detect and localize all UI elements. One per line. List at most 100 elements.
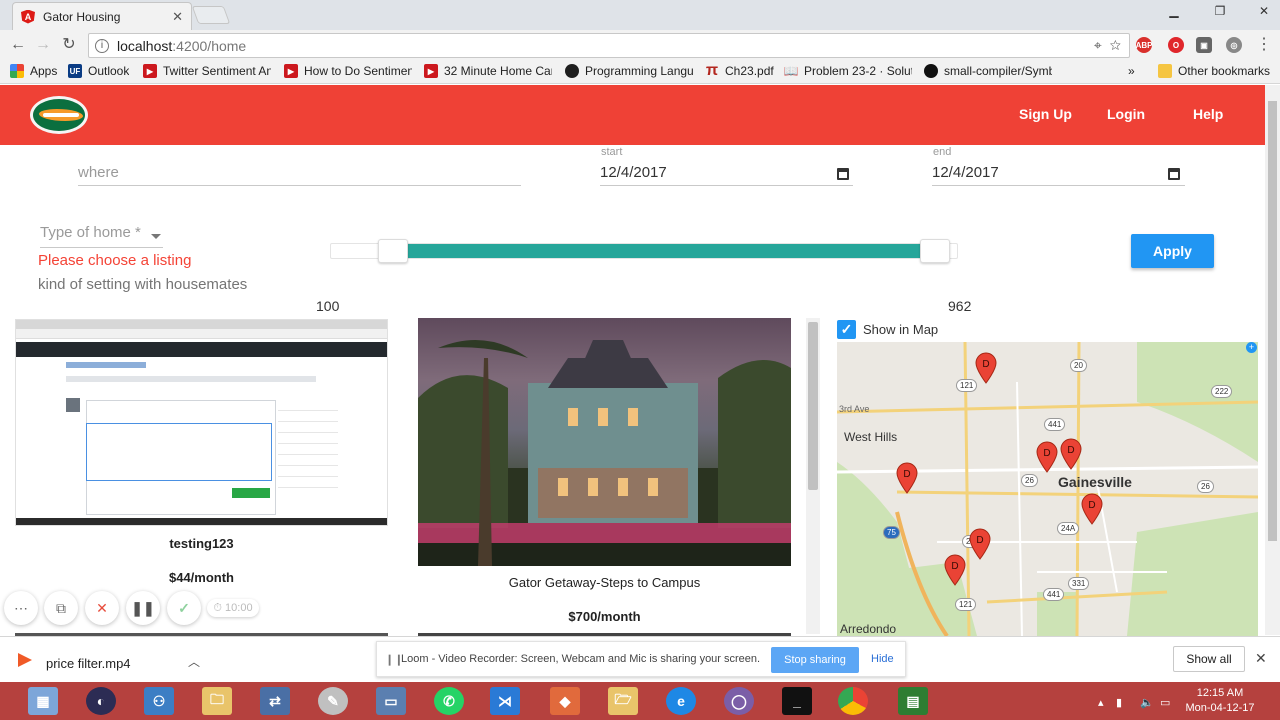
listing-card-2[interactable]: Gator Getaway-Steps to Campus $700/month (418, 566, 791, 630)
remote-desktop-icon[interactable]: ▭ (376, 687, 406, 715)
menu-icon[interactable]: ⋮ (1254, 35, 1274, 55)
map-marker-icon[interactable]: D (1081, 493, 1103, 525)
bookmark-programming[interactable]: Programming Langu (565, 64, 693, 78)
listings-scrollbar[interactable] (806, 318, 820, 634)
hide-button[interactable]: Hide (871, 653, 894, 665)
folder-icon[interactable]: 🗁 (608, 687, 638, 715)
end-calendar-icon[interactable] (1168, 168, 1180, 180)
chevron-up-icon[interactable]: ︿ (188, 653, 200, 670)
git-icon[interactable]: ◆ (550, 687, 580, 715)
start-calendar-icon[interactable] (837, 168, 849, 180)
back-icon[interactable]: ← (8, 35, 28, 55)
people-icon[interactable]: ⚇ (144, 687, 174, 715)
page-scrollbar[interactable] (1265, 85, 1280, 635)
network-icon[interactable]: ⇄ (260, 687, 290, 715)
listings-scrollbar-thumb[interactable] (808, 322, 818, 490)
start-date-input[interactable]: 12/4/2017 (600, 160, 853, 186)
show-map-checkbox[interactable]: ✓ (837, 320, 856, 339)
eclipse-icon[interactable]: ◐ (86, 687, 116, 715)
new-tab-button[interactable] (191, 6, 231, 24)
power-icon[interactable]: ▮ (1116, 696, 1122, 709)
terminal-icon[interactable]: _ (782, 687, 812, 715)
paint-icon[interactable]: ✎ (318, 687, 348, 715)
chrome-icon[interactable] (838, 687, 868, 715)
bookmark-problem[interactable]: 📖 Problem 23-2 · Solut (784, 64, 912, 78)
bookmark-apps[interactable]: Apps (10, 64, 57, 78)
svg-text:D: D (1067, 445, 1074, 456)
end-date-input[interactable]: 12/4/2017 (932, 160, 1185, 186)
show-all-button[interactable]: Show all (1173, 646, 1245, 672)
listing-card-1[interactable]: testing123 $44/month (15, 526, 388, 586)
loom-finish-button[interactable]: ✓ (167, 591, 201, 625)
map-marker-icon[interactable]: D (975, 352, 997, 384)
map-marker-icon[interactable]: D (1036, 441, 1058, 473)
map-marker-icon[interactable]: D (969, 528, 991, 560)
file-explorer-icon[interactable]: 🗀 (202, 687, 232, 715)
restore-icon[interactable]: ❐ (1204, 0, 1236, 22)
edge-icon[interactable]: e (666, 687, 696, 715)
route-441-shield-2: 441 (1043, 588, 1065, 601)
extension-icon[interactable]: ▣ (1196, 37, 1212, 53)
loom-camera-button[interactable]: ⧉ (44, 591, 78, 625)
gator-logo[interactable] (30, 96, 88, 134)
app-icon[interactable]: ◯ (724, 687, 754, 715)
listing-photo-1[interactable] (15, 319, 388, 526)
price-slider-max-handle[interactable] (920, 239, 950, 263)
minimize-icon[interactable]: ▁ (1158, 0, 1190, 22)
price-slider-min-handle[interactable] (378, 239, 408, 263)
folder-icon (1158, 64, 1172, 78)
forward-icon[interactable]: → (33, 35, 53, 55)
youtube-icon: ▶ (424, 64, 438, 78)
volume-icon[interactable]: 🔈 (1140, 696, 1154, 709)
opera-icon[interactable]: O (1168, 37, 1184, 53)
loom-cancel-button[interactable]: ✕ (85, 591, 119, 625)
app-header: Sign Up Login Help (0, 85, 1265, 145)
loom-menu-button[interactable]: ⋯ (4, 591, 38, 625)
bookmark-github[interactable]: small-compiler/Symb (924, 64, 1052, 78)
stop-sharing-button[interactable]: Stop sharing (771, 647, 859, 673)
apply-button[interactable]: Apply (1131, 234, 1214, 268)
tray-up-icon[interactable]: ▴ (1098, 696, 1104, 709)
close-window-icon[interactable]: ✕ (1248, 0, 1280, 22)
help-link[interactable]: Help (1193, 106, 1223, 122)
where-input[interactable]: where (78, 160, 521, 186)
taskmanager-icon[interactable]: ▤ (898, 687, 928, 715)
price-slider-range (408, 244, 920, 258)
close-tab-icon[interactable]: ✕ (172, 9, 183, 25)
system-clock[interactable]: 12:15 AM Mon-04-12-17 (1180, 686, 1260, 716)
whatsapp-icon[interactable]: ✆ (434, 687, 464, 715)
bookmark-outlook[interactable]: UF Outlook (68, 64, 129, 78)
bookmark-star-icon[interactable]: ⌖ ☆ (1094, 37, 1121, 54)
calculator-icon[interactable]: ▦ (28, 687, 58, 715)
bookmarks-overflow-icon[interactable]: » (1128, 64, 1135, 78)
bookmark-twitter[interactable]: ▶ Twitter Sentiment An (143, 64, 271, 78)
bookmark-homecar[interactable]: ▶ 32 Minute Home Car (424, 64, 552, 78)
loom-pause-button[interactable]: ❚❚ (126, 591, 160, 625)
sharing-notification: ❙❙ Loom - Video Recorder: Screen, Webcam… (376, 641, 906, 677)
address-bar[interactable]: i localhost:4200/home ⌖ ☆ (88, 33, 1130, 58)
route-222-shield: 222 (1211, 385, 1233, 398)
vscode-icon[interactable]: ⋊ (490, 687, 520, 715)
browser-tab[interactable]: A Gator Housing ✕ (12, 2, 192, 30)
info-icon[interactable]: i (95, 38, 109, 53)
close-download-bar-icon[interactable]: ✕ (1255, 650, 1267, 667)
svg-text:D: D (903, 469, 910, 480)
home-type-select[interactable]: Type of home * (40, 224, 163, 248)
bookmark-sentiment[interactable]: ▶ How to Do Sentimen (284, 64, 412, 78)
download-filename[interactable]: price filter.mp4 (46, 656, 131, 671)
map-marker-icon[interactable]: D (896, 462, 918, 494)
adblock-icon[interactable]: ABP (1136, 37, 1152, 53)
map-marker-icon[interactable]: D (944, 554, 966, 586)
bookmark-ch23[interactable]: π Ch23.pdf (705, 64, 774, 78)
other-bookmarks[interactable]: Other bookmarks (1158, 64, 1270, 78)
map-marker-icon[interactable]: D (1060, 438, 1082, 470)
reload-icon[interactable]: ↻ (59, 35, 79, 55)
login-link[interactable]: Login (1107, 106, 1145, 122)
page-scrollbar-thumb[interactable] (1268, 101, 1277, 541)
extension-icon-2[interactable]: ◎ (1226, 37, 1242, 53)
map-zoom-icon[interactable]: + (1246, 342, 1257, 353)
route-331-shield: 331 (1068, 577, 1090, 590)
signup-link[interactable]: Sign Up (1019, 106, 1072, 122)
listing-photo-2[interactable] (418, 318, 791, 566)
network-tray-icon[interactable]: ▭ (1160, 696, 1170, 709)
